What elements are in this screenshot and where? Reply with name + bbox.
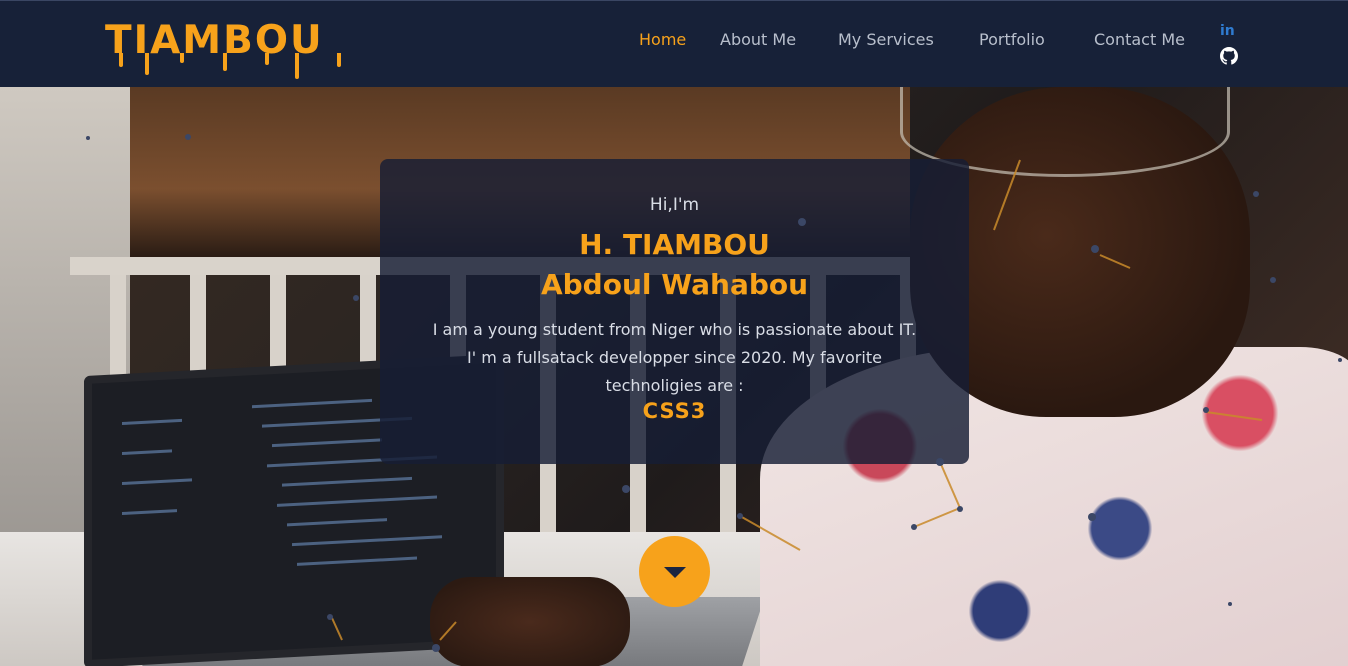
bio-line-2: I' m a fullsatack developper since 2020.… [467,348,882,367]
bio-line-3: technoligies are : [605,376,744,395]
name-line-1: H. TIAMBOU [579,228,770,261]
navbar: TIAMBOU Home About Me My Services Portfo… [0,0,1348,87]
nav-portfolio[interactable]: Portfolio [979,30,1045,49]
technology-text: CSS3 [642,399,707,423]
code-line [122,449,172,456]
code-line [272,438,382,448]
name-line-2: Abdoul Wahabou [540,268,809,301]
code-line [122,509,177,516]
main-nav: Home About Me My Services Portfolio Cont… [0,30,1348,54]
logo-drip [295,53,299,79]
logo-drip [223,53,227,71]
bio-text: I am a young student from Niger who is p… [400,316,949,400]
code-line [297,556,417,566]
logo-drip [180,53,184,63]
code-line [122,478,192,486]
logo-drip [119,53,123,67]
greeting-text: Hi,I'm [649,195,700,215]
logo-drip [265,53,269,65]
code-line [292,535,442,547]
nav-my-services[interactable]: My Services [838,30,934,49]
person-hand [430,577,630,666]
scroll-down-button[interactable] [639,536,710,607]
code-line [122,418,182,426]
code-line [252,398,372,409]
bio-line-1: I am a young student from Niger who is p… [432,320,917,339]
logo-drip [145,53,149,75]
logo-drip [337,53,341,67]
github-icon[interactable] [1220,47,1238,65]
code-line [277,495,437,507]
code-line [282,476,412,487]
linkedin-icon[interactable]: in [1220,23,1236,39]
nav-home[interactable]: Home [639,30,686,49]
code-line [287,518,387,527]
nav-contact-me[interactable]: Contact Me [1094,30,1185,49]
intro-card: Hi,I'm H. TIAMBOU Abdoul Wahabou I am a … [380,159,969,464]
nav-about-me[interactable]: About Me [720,30,796,49]
chevron-down-icon [664,567,686,578]
